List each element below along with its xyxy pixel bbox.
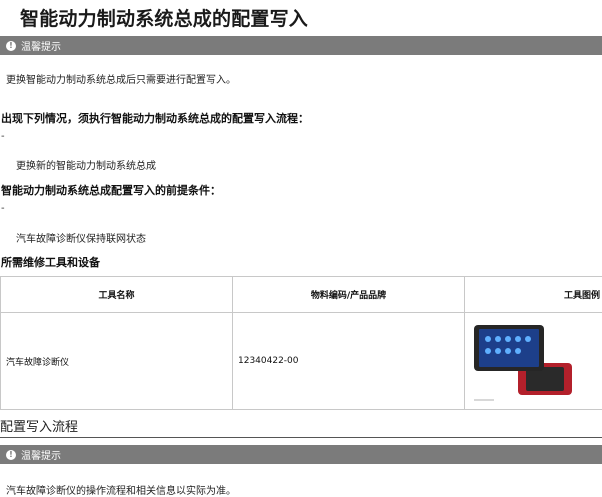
tool-image-cell (465, 313, 602, 410)
tools-table: 工具名称 物料编码/产品品牌 工具图例 汽车故障诊断仪 12340422-00 (0, 276, 602, 410)
diagnostic-tablet-image (470, 319, 578, 403)
notice-label: 温馨提示 (21, 38, 61, 53)
tool-name-cell: 汽车故障诊断仪 (1, 313, 233, 410)
notice-bar-bottom: ! 温馨提示 (0, 445, 602, 464)
prerequisites-bullet: - (1, 203, 5, 214)
prerequisites-item: 汽车故障诊断仪保持联网状态 (16, 230, 146, 245)
conditions-item: 更换新的智能动力制动系统总成 (16, 157, 156, 172)
column-header-name: 工具名称 (1, 277, 233, 313)
conditions-heading: 出现下列情况，须执行智能动力制动系统总成的配置写入流程： (1, 110, 309, 126)
notice-bar-top: ! 温馨提示 (0, 36, 602, 55)
notice-text-bottom: 汽车故障诊断仪的操作流程和相关信息以实际为准。 (6, 482, 236, 497)
table-row: 汽车故障诊断仪 12340422-00 (1, 313, 602, 410)
page-title: 智能动力制动系统总成的配置写入 (20, 4, 308, 31)
column-header-image: 工具图例 (465, 277, 602, 313)
table-header-row: 工具名称 物料编码/产品品牌 工具图例 (1, 277, 602, 313)
column-header-code: 物料编码/产品品牌 (233, 277, 465, 313)
tool-code-cell: 12340422-00 (233, 313, 465, 410)
procedure-title: 配置写入流程 (0, 416, 602, 438)
conditions-bullet: - (1, 131, 5, 142)
info-icon: ! (6, 41, 16, 51)
prerequisites-heading: 智能动力制动系统总成配置写入的前提条件： (1, 182, 221, 198)
notice-label: 温馨提示 (21, 447, 61, 462)
notice-text-top: 更换智能动力制动系统总成后只需要进行配置写入。 (6, 71, 236, 86)
image-caption-mark (474, 399, 494, 401)
tools-heading: 所需维修工具和设备 (1, 254, 100, 270)
info-icon: ! (6, 450, 16, 460)
